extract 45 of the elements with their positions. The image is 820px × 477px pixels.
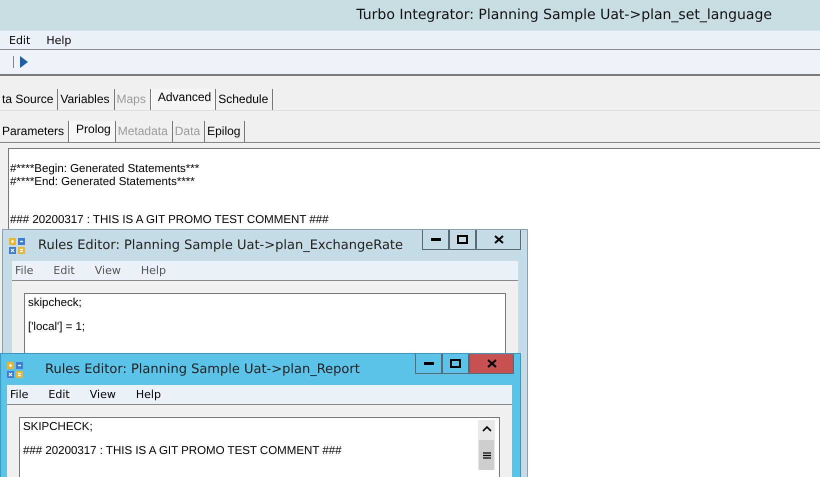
calculator-icon [7,362,23,378]
tab[interactable]: Prolog [69,121,116,142]
minimize-button[interactable] [422,230,449,250]
scroll-up-icon[interactable] [482,425,492,432]
menu-item[interactable]: Help [46,34,72,46]
code-line: ['local'] = 1; [28,321,86,335]
minimize-icon [424,362,434,365]
menu-item[interactable]: Help [140,264,166,277]
code-line: ### 20200317 : THIS IS A GIT PROMO TEST COMMENT ### [23,445,343,459]
close-button[interactable] [476,230,521,250]
code-line: skipcheck; [28,297,83,311]
menu-item[interactable]: View [90,388,116,401]
menu-item[interactable]: Edit [48,388,70,401]
tab[interactable]: ta Source [0,89,58,110]
maximize-icon [457,235,468,244]
code-line: SKIPCHECK; [23,421,94,435]
menu-item[interactable]: File [15,264,34,277]
close-icon [486,359,496,368]
scroll-thumb[interactable] [479,440,494,470]
minimize-icon [430,238,440,241]
tab[interactable]: Schedule [216,89,274,110]
grip-icon [482,452,490,458]
maximize-icon [450,359,461,368]
calculator-icon [9,238,25,254]
menu-item[interactable]: Help [136,388,161,401]
rules-text-area[interactable]: SKIPCHECK; ### 20200317 : THIS IS A GIT PROMO TEST COMMENT ### [19,417,500,477]
close-icon [494,235,504,244]
code-line: #****End: Generated Statements**** [10,176,195,188]
window-title: Rules Editor: Planning Sample Uat->plan_Report [45,362,360,377]
run-icon[interactable] [13,56,28,68]
code-line: #****Begin: Generated Statements*** [10,163,200,175]
code-line: ### 20200317 : THIS IS A GIT PROMO TEST COMMENT ### [10,214,329,226]
minimize-button[interactable] [415,354,442,374]
scrollbar[interactable] [478,420,495,470]
tab[interactable]: Variables [58,89,115,110]
tab[interactable]: Parameters [0,121,70,142]
window-title: Turbo Integrator: Planning Sample Uat->plan_set_language [356,7,772,23]
menu-item[interactable]: View [94,264,121,277]
maximize-button[interactable] [449,230,476,250]
tab[interactable]: Advanced [150,89,216,110]
menu-item[interactable]: Edit [9,34,30,46]
window-title: Rules Editor: Planning Sample Uat->plan_ExchangeRate [38,238,404,253]
menu-item[interactable]: Edit [53,264,75,277]
menu-item[interactable]: File [10,388,28,401]
tab[interactable]: Epilog [205,121,246,142]
